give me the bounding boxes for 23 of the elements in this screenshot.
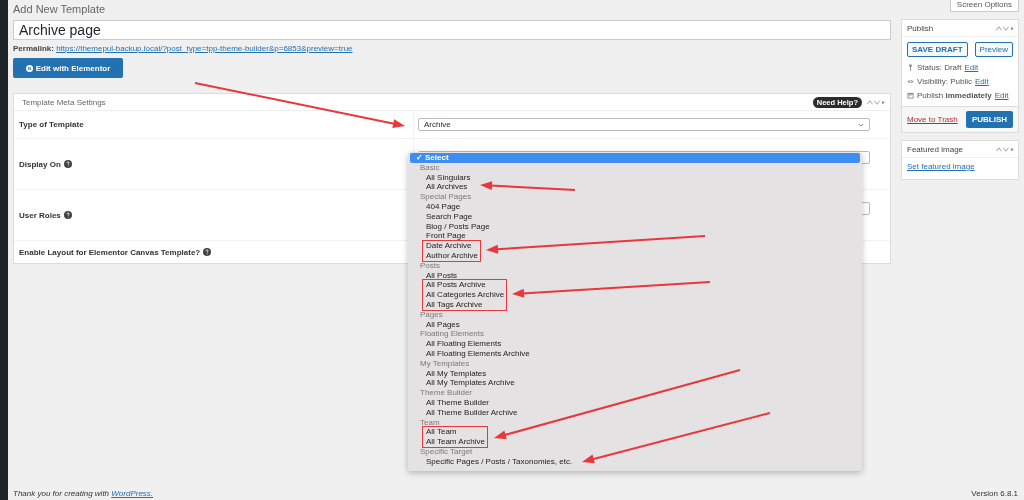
option-group-label: Basic [419,162,441,173]
option-group-label: Theme Builder [419,388,474,398]
option-group-label: Floating Elements [419,329,486,340]
footer-text: Thank you for creating with WordPress. [13,488,154,498]
panel-title: Template Meta Settings [22,97,107,107]
option-group-label: Pages [419,309,444,320]
status-text: Status: Draft [917,63,962,72]
page-title: Add New Template [13,3,106,15]
field-label: Type of Template [19,120,84,129]
field-label: Display On [19,159,61,169]
panel-title: Publish [907,23,934,33]
option-group-label: Posts [419,260,441,271]
field-label: User Roles [19,210,61,220]
version-text: Version 6.8.1 [971,488,1018,498]
option-group-label: Team [419,417,441,428]
option-group-label: Specific Target [419,446,474,457]
option-group-label: My Templates [419,358,471,369]
field-label: Enable Layout for Elementor Canvas Template? [19,247,201,257]
visibility-text: Visibility: Public [917,77,972,86]
option-group-label: Special Pages [419,192,473,202]
permalink-text: Permalink: https://themepul-backup.local/?post_type=tpp-theme-builder&p=6853&preview=true [13,44,354,53]
panel-title: Featured image [907,144,964,154]
schedule-text: Publish immediately [917,91,992,100]
